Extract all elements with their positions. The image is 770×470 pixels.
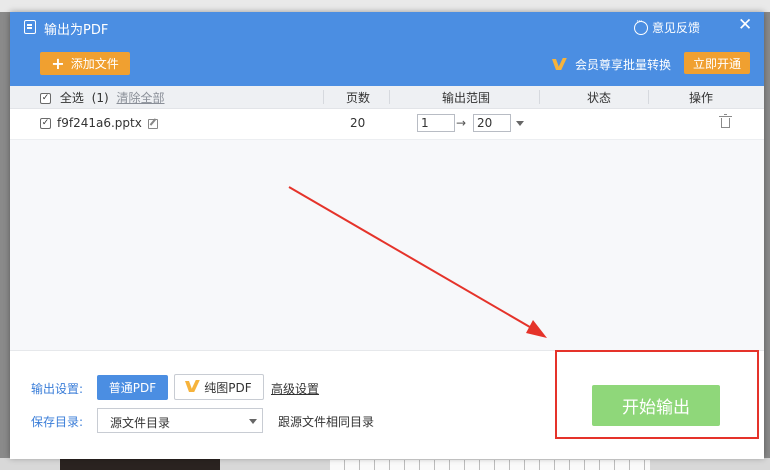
column-header-action: 操作 <box>689 91 714 105</box>
range-from-input[interactable] <box>417 114 455 132</box>
vip-icon <box>553 58 567 72</box>
column-divider <box>648 90 649 104</box>
output-settings-label: 输出设置: <box>31 382 84 396</box>
advanced-settings-link[interactable]: 高级设置 <box>271 380 319 397</box>
background-desktop-top <box>0 0 770 12</box>
annotation-highlight-box <box>555 350 759 439</box>
row-checkbox-icon[interactable]: ✓ <box>40 116 51 130</box>
column-divider <box>539 90 540 104</box>
select-all-label: 全选 <box>59 91 84 105</box>
table-row: ✓ f9f241a6.pptx 20 → <box>10 109 764 140</box>
column-header-range: 输出范围 <box>442 91 491 105</box>
select-all-checkbox-icon[interactable]: ✓ <box>40 93 51 104</box>
feedback-label: 意见反馈 <box>652 21 701 35</box>
titlebar: 输出为PDF 意见反馈 ✕ <box>10 12 764 44</box>
vip-promo: 会员尊享批量转换 <box>553 56 671 73</box>
document-icon <box>24 20 36 34</box>
column-divider <box>323 90 324 104</box>
toolbar: + 添加文件 会员尊享批量转换 立即开通 <box>10 44 764 86</box>
file-table-header: ✓ 全选 (1) 清除全部 页数 输出范围 状态 操作 <box>10 86 764 109</box>
column-header-pages: 页数 <box>346 91 371 105</box>
select-all[interactable]: ✓ 全选 (1) 清除全部 <box>40 89 165 106</box>
background-photo <box>60 458 220 470</box>
background-keyboard-image <box>330 460 650 470</box>
column-divider <box>389 90 390 104</box>
save-dir-label: 保存目录: <box>31 415 84 429</box>
save-dir-value: 源文件目录 <box>110 416 171 430</box>
clear-all-link[interactable]: 清除全部 <box>117 91 165 105</box>
add-file-button[interactable]: + 添加文件 <box>40 52 130 75</box>
image-pdf-label: 纯图PDF <box>204 380 252 395</box>
image-pdf-button[interactable]: 纯图PDF <box>174 374 264 400</box>
range-arrow-icon: → <box>456 116 467 130</box>
window-title: 输出为PDF <box>44 23 109 38</box>
edit-icon[interactable] <box>147 118 158 129</box>
page-count: 20 <box>350 116 366 130</box>
selected-count: (1) <box>91 91 109 105</box>
file-list-empty-area <box>10 140 764 350</box>
normal-pdf-button[interactable]: 普通PDF <box>97 375 168 400</box>
range-to-input[interactable] <box>473 114 511 132</box>
file-name: f9f241a6.pptx <box>57 116 158 130</box>
plus-icon: + <box>51 53 65 73</box>
feedback-button[interactable]: 意见反馈 <box>634 17 701 36</box>
feedback-icon <box>634 17 648 35</box>
save-dir-select[interactable]: 源文件目录 <box>97 408 263 433</box>
activate-button[interactable]: 立即开通 <box>684 52 750 74</box>
chevron-down-icon <box>249 419 257 424</box>
vip-icon <box>186 380 200 394</box>
close-icon[interactable]: ✕ <box>738 15 752 35</box>
trash-icon[interactable] <box>719 114 732 128</box>
column-header-status: 状态 <box>587 91 612 105</box>
add-file-label: 添加文件 <box>70 57 119 71</box>
follow-source-dir-label: 跟源文件相同目录 <box>278 415 375 429</box>
vip-promo-text: 会员尊享批量转换 <box>575 58 672 72</box>
range-dropdown-caret-icon[interactable] <box>516 121 524 126</box>
